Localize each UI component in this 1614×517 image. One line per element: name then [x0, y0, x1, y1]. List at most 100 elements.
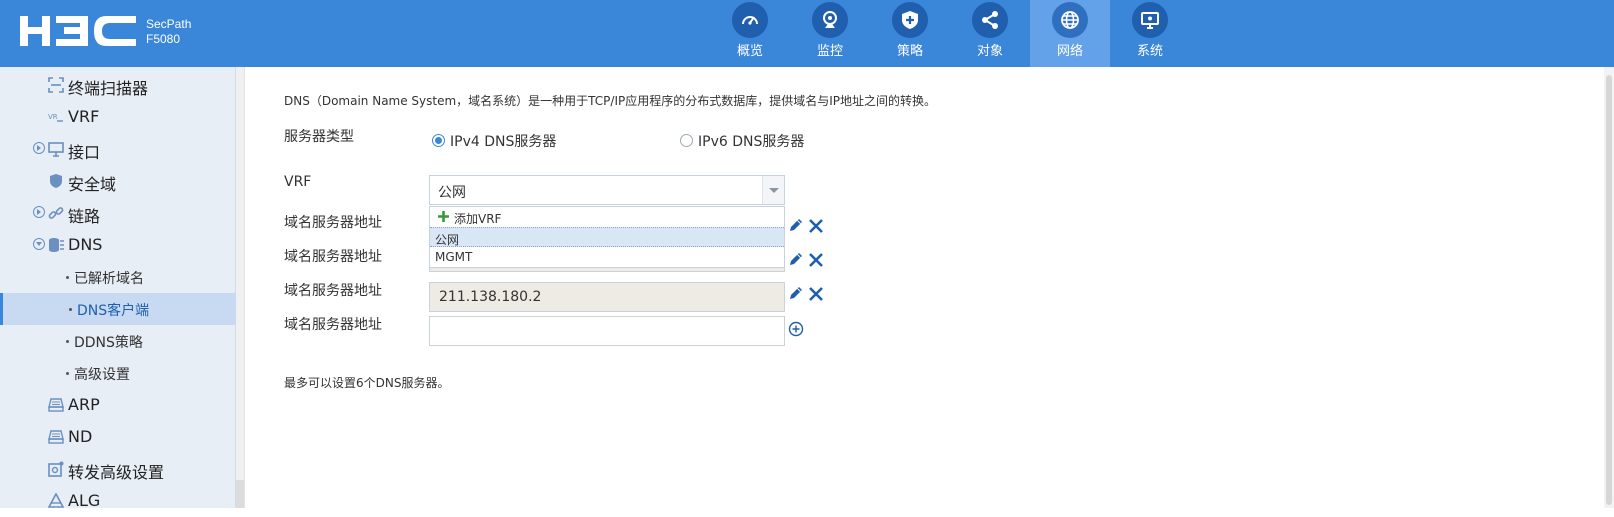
edit-pencil-icon[interactable] — [788, 251, 804, 267]
tab-label: 网络 — [1056, 44, 1083, 59]
monitor-icon — [1132, 2, 1168, 38]
sidebar-item-label: DNS — [68, 235, 103, 254]
dns-server-input[interactable]: 211.138.180.2 — [429, 282, 785, 312]
sidebar-item-security-zone[interactable]: 安全域 — [0, 165, 236, 197]
tab-label: 监控 — [816, 44, 843, 59]
dns-server-label: 域名服务器地址 — [284, 249, 382, 265]
sidebar-item-label: VRF — [68, 107, 100, 126]
radio-label: IPv6 DNS服务器 — [698, 134, 805, 150]
vrf-select[interactable]: 公网 — [429, 175, 785, 205]
arp-icon — [48, 398, 64, 412]
sidebar-item-dns[interactable]: DNS — [0, 229, 236, 261]
max-servers-note: 最多可以设置6个DNS服务器。 — [284, 376, 450, 390]
link-icon — [48, 207, 64, 219]
sidebar-subitem-dns-client[interactable]: DNS客户端 — [0, 293, 236, 325]
delete-x-icon[interactable] — [808, 218, 824, 234]
dns-server-label: 域名服务器地址 — [284, 283, 382, 299]
scan-icon — [48, 77, 64, 93]
tab-label: 概览 — [736, 44, 763, 59]
sidebar-subitem-advanced-settings[interactable]: 高级设置 — [0, 357, 236, 389]
vrf-option-public[interactable]: 公网 — [430, 227, 784, 247]
sidebar-item-label: 安全域 — [68, 175, 117, 194]
sidebar-subitem-label: DDNS策略 — [74, 335, 143, 351]
tab-overview[interactable]: 概览 — [710, 0, 790, 67]
tab-network[interactable]: 网络 — [1030, 0, 1110, 67]
sidebar-item-nd[interactable]: ND — [0, 421, 236, 453]
forward-settings-icon — [48, 461, 64, 477]
sidebar-item-forward-settings[interactable]: 转发高级设置 — [0, 453, 236, 485]
expand-toggle-icon[interactable] — [33, 206, 45, 218]
sidebar-subitem-resolved-domains[interactable]: 已解析域名 — [0, 261, 236, 293]
h3c-logo — [20, 16, 136, 46]
svg-text:VR: VR — [48, 113, 58, 121]
main-scrollbar-thumb[interactable] — [1606, 75, 1612, 505]
model-line2: F5080 — [146, 32, 181, 46]
expand-toggle-icon[interactable] — [33, 142, 45, 154]
sidebar-collapse-handle[interactable] — [236, 480, 244, 508]
sidebar-item-link[interactable]: 链路 — [0, 197, 236, 229]
sidebar-item-vrf[interactable]: VR VRF — [0, 101, 236, 133]
vrf-option-mgmt[interactable]: MGMT — [430, 247, 784, 267]
dns-description: DNS（Domain Name System，域名系统）是一种用于TCP/IP应… — [284, 94, 937, 108]
tab-system[interactable]: 系统 — [1110, 0, 1190, 67]
model-line1: SecPath — [146, 17, 192, 31]
gauge-icon — [732, 2, 768, 38]
vrf-option-label: 公网 — [435, 233, 460, 247]
sidebar-item-label: 接口 — [68, 143, 101, 162]
vrf-option-label: MGMT — [435, 250, 473, 264]
dns-server-value: 211.138.180.2 — [439, 289, 542, 305]
sidebar: 终端扫描器 VR VRF 接口 安全域 链路 DNS 已解析域名 DNS客户端 … — [0, 67, 236, 510]
tab-label: 对象 — [976, 44, 1003, 59]
globe-icon — [1052, 2, 1088, 38]
dns-server-label: 域名服务器地址 — [284, 317, 382, 333]
add-vrf-option[interactable]: 添加VRF — [430, 207, 784, 227]
delete-x-icon[interactable] — [808, 252, 824, 268]
shield-icon — [892, 2, 928, 38]
dns-server-label: 域名服务器地址 — [284, 215, 382, 231]
add-circle-icon[interactable] — [788, 321, 804, 337]
add-vrf-label: 添加VRF — [454, 212, 502, 226]
delete-x-icon[interactable] — [808, 286, 824, 302]
interface-icon — [48, 142, 64, 157]
vrf-icon: VR — [48, 113, 63, 122]
radio-checked-icon — [432, 134, 445, 147]
device-model: SecPath F5080 — [146, 17, 191, 47]
sidebar-item-label: ALG — [68, 491, 101, 510]
vrf-dropdown-list: 添加VRF 公网 MGMT — [429, 206, 785, 268]
edit-pencil-icon[interactable] — [788, 285, 804, 301]
radio-unchecked-icon — [680, 134, 693, 147]
new-dns-server-input[interactable] — [429, 316, 785, 346]
tab-monitor[interactable]: 监控 — [790, 0, 870, 67]
tab-policy[interactable]: 策略 — [870, 0, 950, 67]
top-navigation-bar: SecPath F5080 概览 监控 策略 对象 网络 系统 — [0, 0, 1614, 67]
plus-icon — [438, 211, 449, 222]
sidebar-item-interface[interactable]: 接口 — [0, 133, 236, 165]
bullet — [66, 372, 69, 375]
sidebar-item-arp[interactable]: ARP — [0, 389, 236, 421]
sidebar-subitem-label: 已解析域名 — [74, 271, 144, 287]
webcam-icon — [812, 2, 848, 38]
share-icon — [972, 2, 1008, 38]
radio-label: IPv4 DNS服务器 — [450, 134, 557, 150]
sidebar-item-alg[interactable]: ALG — [0, 485, 236, 517]
server-type-label: 服务器类型 — [284, 129, 354, 145]
tab-label: 策略 — [896, 44, 923, 59]
sidebar-item-label: ARP — [68, 395, 100, 414]
sidebar-item-label: 转发高级设置 — [68, 463, 165, 482]
bullet — [66, 340, 69, 343]
sidebar-item-terminal-scanner[interactable]: 终端扫描器 — [0, 69, 236, 101]
edit-pencil-icon[interactable] — [788, 217, 804, 233]
vrf-selected-value: 公网 — [438, 185, 466, 201]
alg-icon — [48, 493, 64, 508]
tab-objects[interactable]: 对象 — [950, 0, 1030, 67]
bullet — [69, 308, 72, 311]
sidebar-scrollbar[interactable] — [236, 67, 244, 508]
dropdown-arrow-icon[interactable] — [762, 176, 784, 204]
security-zone-icon — [50, 174, 62, 188]
sidebar-subitem-label: DNS客户端 — [77, 303, 150, 319]
collapse-toggle-icon[interactable] — [33, 238, 45, 250]
tab-label: 系统 — [1136, 44, 1163, 59]
sidebar-subitem-ddns-policy[interactable]: DDNS策略 — [0, 325, 236, 357]
dns-icon — [49, 238, 64, 252]
sidebar-item-label: ND — [68, 427, 93, 446]
